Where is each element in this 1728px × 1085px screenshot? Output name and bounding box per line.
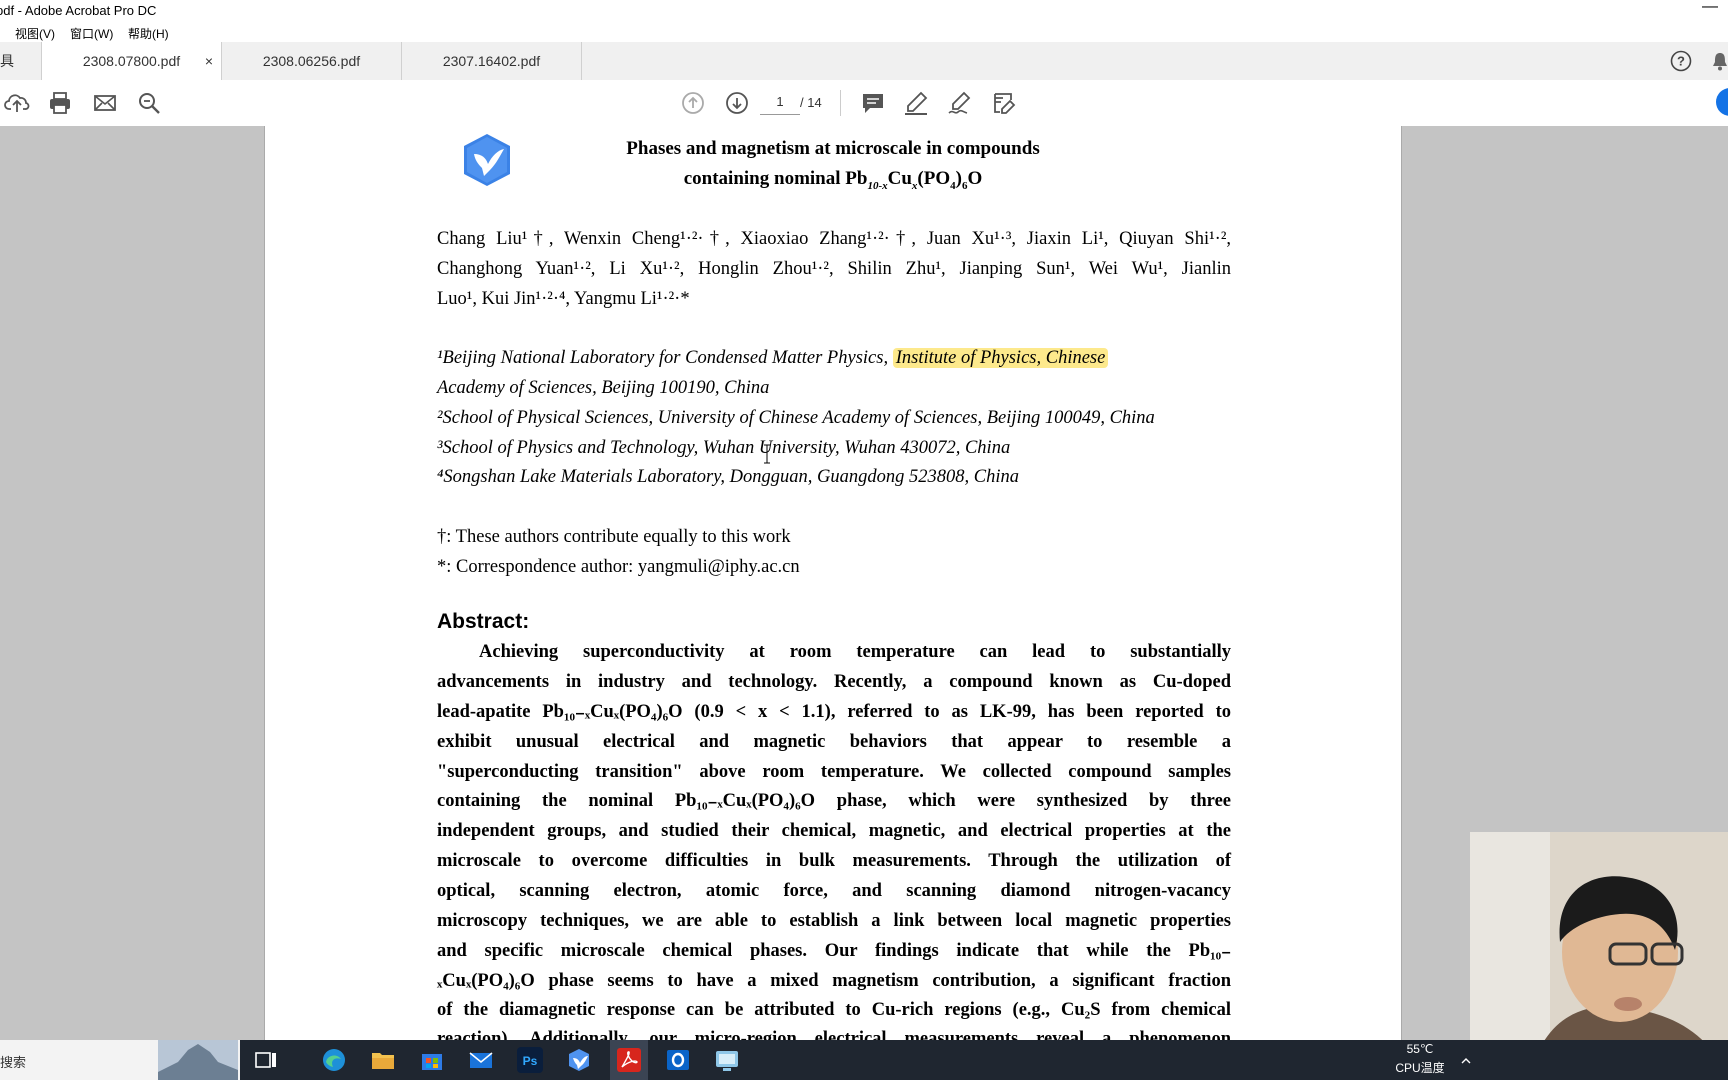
- abstract-heading: Abstract:: [437, 610, 530, 633]
- mail-app-icon[interactable]: [468, 1047, 494, 1073]
- comment-icon[interactable]: [860, 90, 886, 116]
- text-cursor-icon: [763, 444, 771, 464]
- bell-icon[interactable]: [1712, 50, 1728, 72]
- tools-label: 具: [0, 53, 14, 69]
- cpu-temp: 55℃: [1406, 1042, 1434, 1056]
- authors-line3: Luo¹, Kui Jin¹·²·⁴, Yangmu Li¹·²·*: [437, 289, 690, 309]
- zoom-icon[interactable]: [136, 90, 162, 116]
- close-tab-icon[interactable]: ×: [205, 53, 213, 69]
- tab-label: 2307.16402.pdf: [442, 53, 541, 69]
- toolbar-divider: [840, 90, 841, 116]
- toolbar: 1 / 14: [0, 80, 1728, 127]
- page-down-icon[interactable]: [724, 90, 750, 116]
- tab-label: 2308.07800.pdf: [82, 53, 181, 69]
- authors-line2: Changhong Yuan¹·², Li Xu¹·², Honglin Zho…: [437, 259, 1231, 279]
- pdf-page: Phases and magnetism at microscale in co…: [264, 126, 1402, 1040]
- store-icon[interactable]: [419, 1047, 445, 1073]
- sign-icon[interactable]: [947, 90, 973, 116]
- abstract-line: Achieving superconductivity at room temp…: [479, 642, 1231, 662]
- abstract-line: ₓCuₓ(PO₄)₆O phase seems to have a mixed …: [437, 971, 1231, 991]
- file-explorer-icon[interactable]: [370, 1047, 396, 1073]
- acrobat-icon[interactable]: [610, 1040, 648, 1080]
- abstract-line: exhibit unusual electrical and magnetic …: [437, 732, 1231, 752]
- abstract-line: lead-apatite Pb₁₀₋ₓCuₓ(PO₄)₆O (0.9 < x <…: [437, 702, 1231, 722]
- affiliation-3: ³School of Physics and Technology, Wuhan…: [437, 438, 1011, 458]
- title-bar: pdf - Adobe Acrobat Pro DC —: [0, 0, 1728, 22]
- tools-tab[interactable]: 具: [0, 42, 42, 80]
- menu-help[interactable]: 帮助(H): [128, 25, 169, 42]
- minimize-button[interactable]: —: [1702, 0, 1718, 16]
- network-app-icon[interactable]: [714, 1047, 740, 1073]
- search-highlight-image: [158, 1040, 238, 1080]
- search-label: 搜索: [0, 1055, 27, 1070]
- abstract-line: and specific microscale chemical phases.…: [437, 941, 1231, 961]
- affiliation-1-cont: Academy of Sciences, Beijing 100190, Chi…: [437, 378, 770, 398]
- tab-bar: 具 2308.07800.pdf × 2308.06256.pdf 2307.1…: [0, 42, 1728, 81]
- paper-title-line2: containing nominal Pb10-xCux(PO4)6O: [265, 168, 1401, 192]
- menu-window[interactable]: 窗口(W): [70, 25, 113, 42]
- affiliation-1: ¹Beijing National Laboratory for Condens…: [437, 343, 1231, 373]
- abstract-line: microscopy techniques, we are able to es…: [437, 911, 1231, 931]
- photoshop-icon[interactable]: Ps: [517, 1047, 543, 1073]
- abstract-line: optical, scanning electron, atomic force…: [437, 881, 1231, 901]
- svg-text:Ps: Ps: [523, 1054, 538, 1068]
- edit-form-icon[interactable]: [991, 90, 1017, 116]
- affiliation-2: ²School of Physical Sciences, University…: [437, 408, 1155, 428]
- menu-bar: 视图(V) 窗口(W) 帮助(H): [0, 22, 1728, 42]
- paper-title-line1: Phases and magnetism at microscale in co…: [626, 138, 1040, 159]
- page-number-input[interactable]: 1: [760, 94, 800, 115]
- tab-label: 2308.06256.pdf: [262, 53, 361, 69]
- tab-2308-06256[interactable]: 2308.06256.pdf: [222, 42, 402, 80]
- svg-text:?: ?: [1677, 54, 1685, 69]
- tab-2308-07800[interactable]: 2308.07800.pdf ×: [42, 42, 222, 80]
- abstract-line: reaction). Additionally, our micro-regio…: [437, 1029, 1231, 1040]
- edge-icon[interactable]: [321, 1047, 347, 1073]
- search-box[interactable]: 搜索: [0, 1040, 240, 1080]
- highlighted-text[interactable]: Institute of Physics, Chinese: [892, 348, 1109, 368]
- title-text: containing nominal Pb: [683, 168, 868, 189]
- cpu-temp-label: CPU温度: [1395, 1061, 1445, 1075]
- account-avatar[interactable]: [1716, 88, 1728, 116]
- abstract-line: of the diamagnetic response can be attri…: [437, 1000, 1231, 1020]
- window-title: pdf - Adobe Acrobat Pro DC: [0, 3, 157, 18]
- task-view-icon[interactable]: [253, 1047, 279, 1073]
- help-icon[interactable]: ?: [1670, 50, 1692, 72]
- title-text: (PO: [917, 168, 951, 189]
- print-icon[interactable]: [47, 90, 73, 116]
- page-up-icon[interactable]: [680, 90, 706, 116]
- abstract-line: advancements in industry and technology.…: [437, 672, 1231, 692]
- abstract-line: "superconducting transition" above room …: [437, 762, 1231, 782]
- tab-2307-16402[interactable]: 2307.16402.pdf: [402, 42, 582, 80]
- abstract-line: microscale to overcome difficulties in b…: [437, 851, 1231, 871]
- chevron-up-icon[interactable]: [1460, 1054, 1472, 1066]
- title-text: Cu: [887, 168, 912, 189]
- menu-view[interactable]: 视图(V): [15, 25, 55, 42]
- highlight-pen-icon[interactable]: [903, 90, 929, 116]
- outlook-icon[interactable]: [665, 1047, 691, 1073]
- abstract-line: containing the nominal Pb₁₀₋ₓCuₓ(PO₄)₆O …: [437, 791, 1231, 811]
- equal-contribution-note: †: These authors contribute equally to t…: [437, 527, 791, 547]
- title-sub: 10-x: [867, 179, 888, 192]
- abstract-line: independent groups, and studied their ch…: [437, 821, 1231, 841]
- upload-icon[interactable]: [4, 90, 30, 116]
- taskbar: 搜索 Ps 55℃ CPU温度: [0, 1040, 1728, 1080]
- title-text: O: [967, 168, 983, 189]
- correspondence-note: *: Correspondence author: yangmuli@iphy.…: [437, 557, 800, 577]
- affiliation-text: ¹Beijing National Laboratory for Condens…: [437, 348, 893, 368]
- page-total: / 14: [800, 95, 822, 110]
- translator-app-icon[interactable]: [566, 1047, 592, 1073]
- affiliation-4: ⁴Songshan Lake Materials Laboratory, Don…: [437, 467, 1020, 487]
- document-viewer[interactable]: Phases and magnetism at microscale in co…: [0, 126, 1728, 1040]
- authors-line1: Chang Liu¹†, Wenxin Cheng¹·²·†, Xiaoxiao…: [437, 229, 1231, 249]
- mail-icon[interactable]: [92, 90, 118, 116]
